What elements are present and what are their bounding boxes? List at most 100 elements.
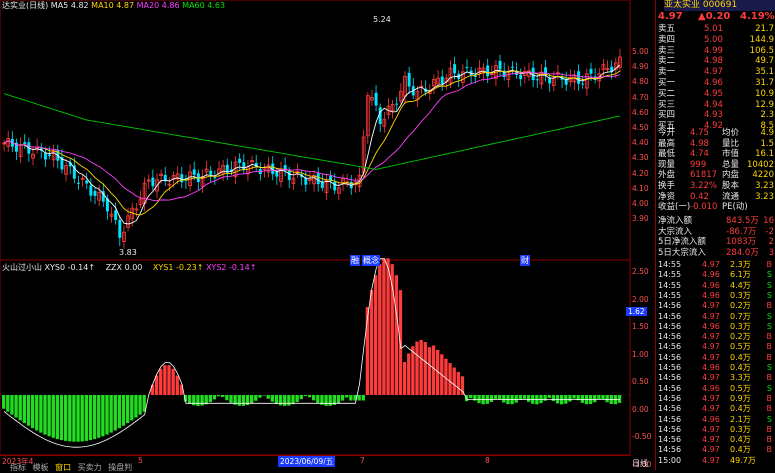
level-volume: 49.7 [755,56,774,67]
level-volume: 144.9 [749,34,774,45]
indicator-bar [134,395,138,418]
candle-body [511,66,514,68]
indicator-bar [382,258,386,395]
tick-side: B [766,435,773,445]
stat-label: 量比 [722,138,740,149]
tick-price: 4.96 [702,414,720,424]
candle-body [151,177,155,187]
chart-area[interactable]: 达实业(日线) MA5 4.82 MA10 4.87 MA20 4.86 MA6… [0,0,655,472]
indicator-bar [605,395,609,403]
tick-side: S [766,363,772,372]
zzx-value: ZZX 0.00 [105,263,143,272]
indicator-bar [22,395,26,424]
indicator-bar [357,395,361,401]
tick-side: B [766,301,773,311]
tick-row: 14:56 4.97 0.7万 S [656,312,775,321]
candle-body [465,66,469,68]
tick-price: 4.96 [702,363,720,372]
date-cursor: 2023/06/09/五 [278,456,336,467]
tick-volume: 0.2万 [730,301,751,311]
tick-side: S [766,270,772,280]
ask-row: 卖三 4.99 106.5 [656,46,775,57]
level-volume: 35.1 [755,67,774,78]
indicator-bar [225,395,229,401]
quote-panel: 亚太实业 000691 4.97 ▲0.20 4.19% 卖五 5.01 21.7 卖… [655,0,775,470]
level-label: 买一 [658,78,676,88]
indicator-bar [489,395,494,402]
indicator-bar [138,395,142,415]
candle-body [77,182,80,184]
level-label: 卖二 [658,56,676,67]
indicator-legend: 火山过小山 XYS0 -0.14↑ ZZX 0.00 XYS1 -0.23↑ X… [2,263,256,272]
indicator-bar [349,395,353,401]
indicator-bar [324,395,328,406]
indicator-bar [159,368,163,395]
indicator-bar [43,395,47,435]
candle-body [43,153,47,160]
ma20-label: MA20 [136,1,160,10]
date-may: 5 [138,456,143,465]
ask-row: 卖四 5.00 144.9 [656,35,775,46]
tick-side: B [766,352,773,362]
tick-time: 14:56 [658,373,682,383]
indicator-bar [216,395,221,397]
candle-body [407,72,411,87]
tick-volume: 0.7万 [730,311,751,321]
indicator-bar [452,367,456,395]
tick-time: 14:56 [658,301,682,311]
indicator-bar [551,395,556,402]
tab-window[interactable]: 窗口 [55,463,71,472]
event-marker-2[interactable]: 概念 [362,255,380,266]
stat-label: 收益(一) [658,202,691,213]
tick-side: B [766,404,773,414]
candle-body [242,162,246,170]
indicator-bar [543,395,547,401]
indicator-bar [390,264,394,395]
candle-body [209,170,213,175]
ask-row: 卖二 4.98 49.7 [656,56,775,67]
price-tick: 5.00 [632,47,649,56]
stat-value: 3.23 [755,191,774,202]
level-price: 5.01 [704,24,723,34]
stock-header[interactable]: 亚太实业 000691 [664,0,775,11]
price-tick: 4.70 [632,92,649,102]
tick-row: 14:56 4.97 0.4万 B [656,435,775,444]
tick-row: 14:56 4.97 3.3万 B [656,373,775,382]
stat-value: -0.010 [690,202,718,213]
tab-template[interactable]: 模板 [33,463,49,472]
event-marker-3[interactable]: 财 [520,255,530,266]
candle-body [118,219,122,238]
event-marker-1[interactable]: 融 [350,255,360,266]
ask-row: 卖一 4.97 35.1 [656,67,775,78]
indicator-bar [340,395,345,401]
tick-side: S [766,311,772,321]
indicator-bar [47,395,51,437]
tick-volume: 0.4万 [730,445,751,455]
tick-price: 4.96 [702,290,720,300]
tab-trade[interactable]: 操盘判 [108,463,132,472]
tick-volume: 2.1万 [730,414,751,424]
indicator-bar [241,395,246,406]
tick-row: 14:55 4.96 4.4万 S [656,281,775,290]
indicator-bar [130,395,134,421]
kline-chart[interactable] [0,0,655,470]
indicator-bar [493,395,498,399]
tab-buysell[interactable]: 买卖力 [78,463,102,472]
level-label: 卖一 [658,67,676,78]
ma60-value: 4.63 [207,1,226,10]
tick-volume: 0.4万 [730,352,751,362]
stat-value: 4.74 [690,149,709,160]
indicator-line [3,258,620,448]
candle-body [453,64,457,74]
indicator-bar [171,368,175,395]
indicator-bar [72,395,76,442]
tick-volume: 0.5万 [730,383,751,393]
level-price: 4.99 [704,45,723,56]
tick-row: 14:56 4.97 0.3万 B [656,425,775,434]
indicator-bar [522,395,527,399]
indicator-bar [299,395,303,400]
price-tick: 4.10 [632,183,649,193]
tick-time: 14:55 [658,260,682,269]
period-label[interactable]: 日线 [632,458,648,469]
tab-indicator[interactable]: 指标 [10,463,26,472]
